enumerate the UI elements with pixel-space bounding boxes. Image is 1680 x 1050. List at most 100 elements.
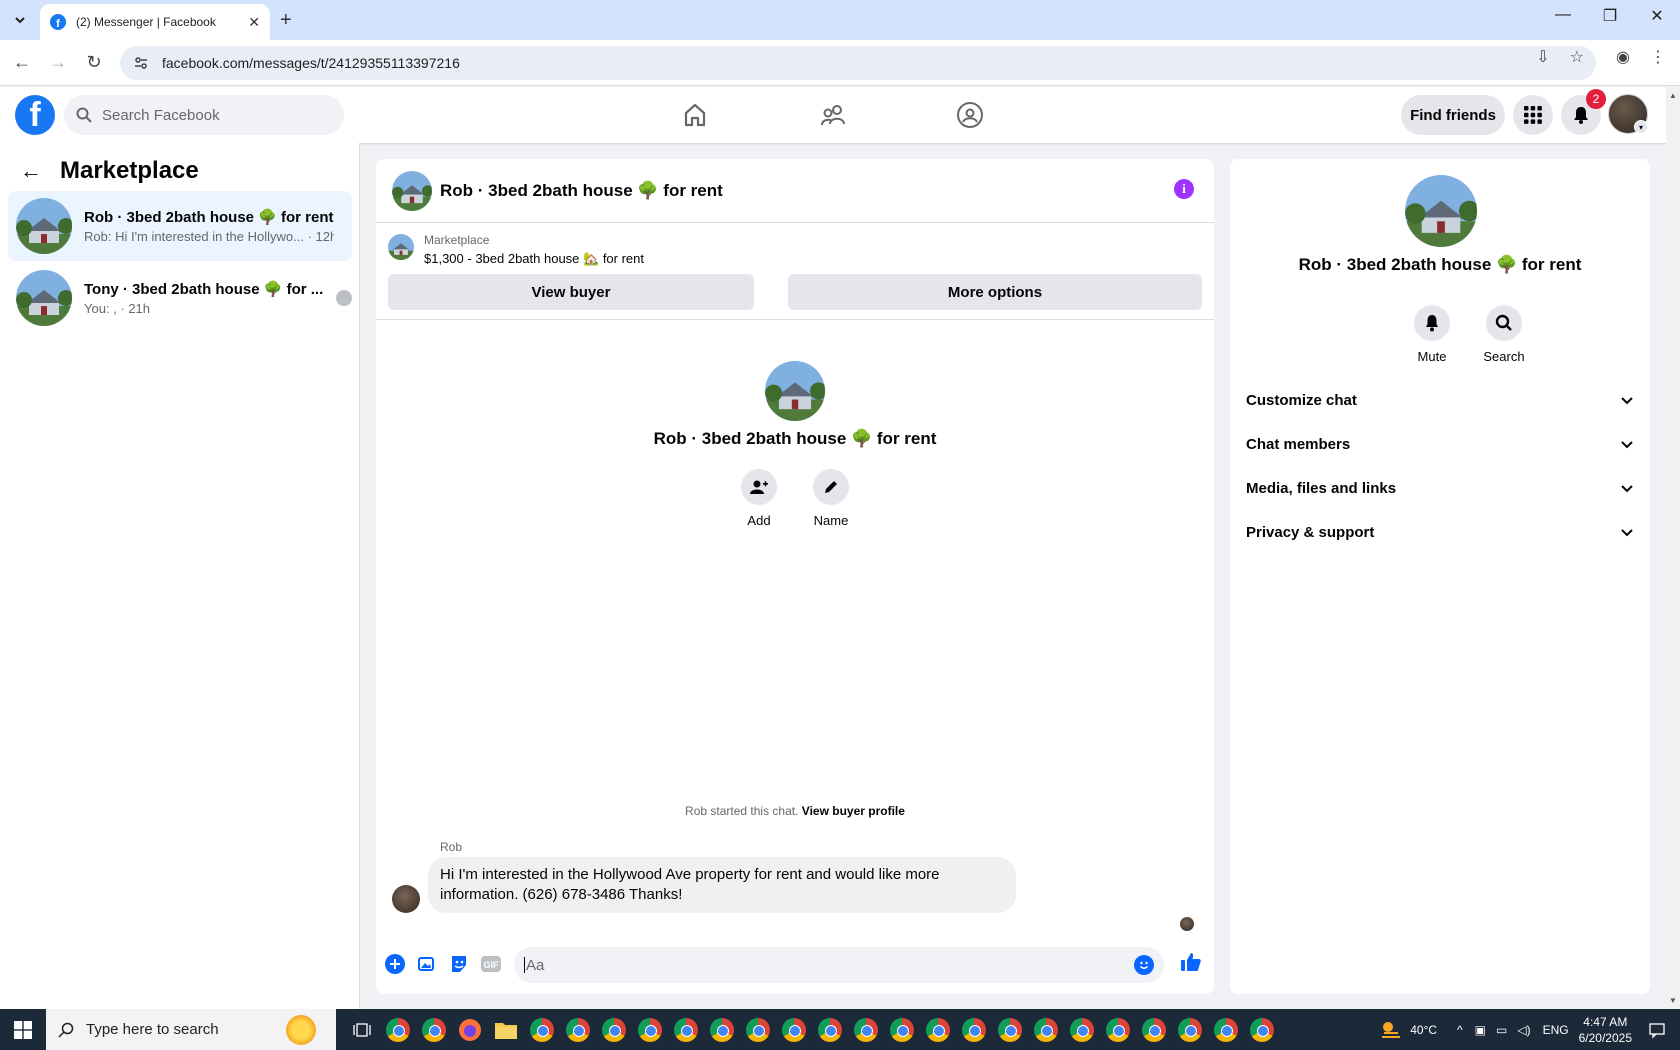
- reload-button[interactable]: ↻: [82, 52, 106, 73]
- chrome-taskbar-app[interactable]: [992, 1009, 1028, 1050]
- profile-icon[interactable]: ◉: [1616, 47, 1630, 67]
- chrome-taskbar-app[interactable]: [1172, 1009, 1208, 1050]
- photo-icon: [418, 957, 434, 971]
- info-icon[interactable]: i: [1174, 179, 1194, 199]
- chrome-taskbar-app[interactable]: [920, 1009, 956, 1050]
- attach-photo-button[interactable]: [416, 953, 438, 975]
- chrome-icon: [890, 1017, 914, 1042]
- chrome-taskbar-app[interactable]: [668, 1009, 704, 1050]
- facebook-search-input[interactable]: Search Facebook: [64, 95, 344, 135]
- message-input[interactable]: Aa: [514, 947, 1164, 983]
- minimize-button[interactable]: —: [1548, 6, 1578, 24]
- friends-nav-button[interactable]: [813, 95, 853, 135]
- network-icon[interactable]: ▭: [1496, 1023, 1507, 1037]
- more-actions-button[interactable]: [384, 953, 406, 975]
- chrome-taskbar-app[interactable]: [776, 1009, 812, 1050]
- chrome-taskbar-app[interactable]: [848, 1009, 884, 1050]
- tab-close-icon[interactable]: ✕: [248, 14, 260, 31]
- notifications-icon[interactable]: [1648, 1021, 1666, 1039]
- chrome-taskbar-app[interactable]: [812, 1009, 848, 1050]
- view-buyer-button[interactable]: View buyer: [388, 274, 754, 310]
- new-tab-button[interactable]: +: [280, 8, 292, 32]
- chrome-taskbar-app[interactable]: [632, 1009, 668, 1050]
- page-scrollbar[interactable]: ▲ ▼: [1666, 87, 1680, 1009]
- input-language[interactable]: ENG: [1543, 1023, 1569, 1037]
- browser-menu-icon[interactable]: ⋮: [1650, 47, 1666, 67]
- chrome-taskbar-app[interactable]: [1028, 1009, 1064, 1050]
- forward-button[interactable]: →: [46, 52, 70, 73]
- sender-avatar[interactable]: [392, 885, 420, 913]
- omnibox[interactable]: facebook.com/messages/t/2412935511339721…: [120, 46, 1596, 80]
- chat-members-section[interactable]: Chat members: [1246, 426, 1634, 462]
- site-settings-icon[interactable]: [134, 56, 148, 70]
- file-explorer-taskbar-app[interactable]: [488, 1009, 524, 1050]
- chat-avatar: [765, 361, 825, 421]
- chrome-taskbar-app[interactable]: [596, 1009, 632, 1050]
- privacy-support-section[interactable]: Privacy & support: [1246, 514, 1634, 550]
- browser-tab-active[interactable]: f (2) Messenger | Facebook ✕: [40, 4, 270, 40]
- view-buyer-profile-link[interactable]: View buyer profile: [802, 804, 905, 818]
- volume-icon[interactable]: ◁): [1517, 1023, 1530, 1037]
- chrome-taskbar-app[interactable]: [704, 1009, 740, 1050]
- window-close-button[interactable]: ✕: [1642, 6, 1672, 26]
- chrome-taskbar-app[interactable]: [524, 1009, 560, 1050]
- account-chevron-icon[interactable]: ▾: [1634, 120, 1648, 134]
- add-people-button[interactable]: Add: [729, 469, 789, 528]
- chrome-taskbar-app[interactable]: [380, 1009, 416, 1050]
- chrome-icon: [602, 1017, 626, 1042]
- message-bubble[interactable]: Hi I'm interested in the Hollywood Ave p…: [428, 857, 1016, 913]
- chat-center-name: Rob · 3bed 2bath house 🌳 for rent: [653, 429, 937, 448]
- chrome-taskbar-app[interactable]: [1244, 1009, 1280, 1050]
- task-view-button[interactable]: [344, 1009, 380, 1050]
- taskbar-search[interactable]: Type here to search: [46, 1009, 336, 1050]
- conversation-item[interactable]: Rob · 3bed 2bath house 🌳 for rent Rob: H…: [8, 191, 352, 261]
- listing-title[interactable]: $1,300 - 3bed 2bath house 🏡 for rent: [424, 251, 644, 267]
- back-button[interactable]: ←: [10, 52, 34, 73]
- more-options-button[interactable]: More options: [788, 274, 1202, 310]
- menu-button[interactable]: [1513, 95, 1553, 135]
- svg-text:GIF: GIF: [484, 960, 500, 970]
- sticker-button[interactable]: [448, 953, 470, 975]
- search-in-chat-button[interactable]: Search: [1474, 305, 1534, 364]
- home-nav-button[interactable]: [675, 95, 715, 135]
- groups-nav-button[interactable]: [950, 95, 990, 135]
- search-placeholder: Search Facebook: [102, 106, 220, 124]
- chrome-taskbar-app[interactable]: [1208, 1009, 1244, 1050]
- gif-button[interactable]: GIF: [480, 953, 502, 975]
- media-files-links-section[interactable]: Media, files and links: [1246, 470, 1634, 506]
- tab-search-dropdown[interactable]: [8, 8, 32, 32]
- scroll-down-icon[interactable]: ▼: [1669, 996, 1677, 1005]
- panel-header: ← Marketplace: [20, 157, 199, 185]
- chrome-taskbar-app[interactable]: [1100, 1009, 1136, 1050]
- show-hidden-icons-icon[interactable]: ^: [1457, 1023, 1463, 1037]
- conversation-item[interactable]: Tony · 3bed 2bath house 🌳 for ... You: ,…: [8, 263, 352, 333]
- start-button[interactable]: [0, 1009, 46, 1050]
- chat-header-thumbnail[interactable]: [392, 170, 432, 211]
- chrome-taskbar-app[interactable]: [1136, 1009, 1172, 1050]
- system-tray: 40°C ^ ▣ ▭ ◁) ENG 4:47 AM 6/20/2025: [1378, 1009, 1680, 1050]
- emoji-icon[interactable]: [1134, 955, 1154, 975]
- customize-chat-section[interactable]: Customize chat: [1246, 382, 1634, 418]
- facebook-logo-icon[interactable]: f: [15, 95, 55, 135]
- chrome-taskbar-app[interactable]: [560, 1009, 596, 1050]
- bookmark-star-icon[interactable]: ☆: [1570, 47, 1584, 67]
- chrome-taskbar-app[interactable]: [956, 1009, 992, 1050]
- back-arrow-icon[interactable]: ←: [20, 158, 42, 184]
- chrome-taskbar-app[interactable]: [416, 1009, 452, 1050]
- meet-now-icon[interactable]: ▣: [1475, 1023, 1486, 1037]
- restore-button[interactable]: ❐: [1595, 6, 1625, 26]
- chrome-taskbar-app[interactable]: [884, 1009, 920, 1050]
- install-app-icon[interactable]: ⇩: [1536, 47, 1549, 67]
- chrome-taskbar-app[interactable]: [740, 1009, 776, 1050]
- weather-icon[interactable]: [1378, 1019, 1404, 1041]
- chat-title[interactable]: Rob · 3bed 2bath house 🌳 for rent: [440, 181, 723, 201]
- taskbar-clock[interactable]: 4:47 AM 6/20/2025: [1579, 1014, 1632, 1046]
- send-like-button[interactable]: [1180, 951, 1202, 973]
- name-chat-button[interactable]: Name: [801, 469, 861, 528]
- mute-button[interactable]: Mute: [1402, 305, 1462, 364]
- scroll-up-icon[interactable]: ▲: [1669, 91, 1677, 100]
- find-friends-button[interactable]: Find friends: [1401, 95, 1505, 135]
- chrome-taskbar-app[interactable]: [1064, 1009, 1100, 1050]
- firefox-taskbar-app[interactable]: [452, 1009, 488, 1050]
- temperature[interactable]: 40°C: [1410, 1023, 1437, 1037]
